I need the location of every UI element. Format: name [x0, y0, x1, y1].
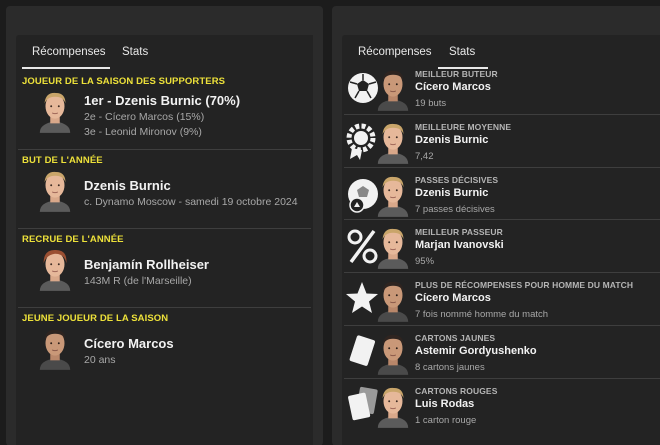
player-face-avatar [374, 224, 412, 270]
stats-panel: Récompenses Stats MEILLEUR BUTEUR Cícero… [332, 6, 660, 445]
stat-player: Luis Rodas [415, 397, 475, 410]
stat-player: Cícero Marcos [415, 81, 491, 93]
award-item-young-player[interactable]: JEUNE JOUEUR DE LA SAISON Cícero Marcos … [18, 308, 311, 386]
award-winner: 1er - Dzenis Burnic (70%) [84, 93, 241, 108]
stat-item-best-passer[interactable]: MEILLEUR PASSEUR Marjan Ivanovski 95% [344, 220, 660, 274]
stat-category: MEILLEURE MOYENNE [415, 121, 512, 132]
player-face-avatar [36, 247, 74, 291]
player-face-avatar [374, 383, 412, 429]
stat-item-man-of-the-match[interactable]: PLUS DE RÉCOMPENSES POUR HOMME DU MATCH … [344, 273, 660, 326]
stat-category: PLUS DE RÉCOMPENSES POUR HOMME DU MATCH [415, 280, 634, 291]
stat-value: 95% [415, 256, 435, 268]
stat-item-red-cards[interactable]: CARTONS ROUGES Luis Rodas 1 carton rouge [344, 379, 660, 432]
award-detail: c. Dynamo Moscow - samedi 19 octobre 202… [84, 196, 298, 208]
award-category: BUT DE L'ANNÉE [22, 155, 103, 166]
stat-category: MEILLEUR PASSEUR [415, 227, 503, 238]
awards-panel: Récompenses Stats JOUEUR DE LA SAISON DE… [6, 6, 323, 445]
tab-recompenses[interactable]: Récompenses [358, 46, 432, 58]
award-category: JOUEUR DE LA SAISON DES SUPPORTERS [22, 76, 226, 87]
stat-player: Cícero Marcos [415, 292, 491, 305]
awards-list: JOUEUR DE LA SAISON DES SUPPORTERS 1er -… [18, 71, 311, 386]
award-item-goal-of-year[interactable]: BUT DE L'ANNÉE Dzenis Burnic c. Dynamo M… [18, 150, 311, 229]
stat-category: CARTONS JAUNES [415, 332, 496, 343]
awards-tab-bar: Récompenses Stats [16, 35, 313, 71]
player-face-avatar [374, 172, 412, 218]
award-category: RECRUE DE L'ANNÉE [22, 234, 124, 245]
award-winner: Dzenis Burnic [84, 178, 171, 193]
stat-value: 1 carton rouge [415, 414, 477, 426]
stat-item-assists[interactable]: PASSES DÉCISIVES Dzenis Burnic 7 passes … [344, 168, 660, 221]
stat-value: 8 cartons jaunes [415, 361, 485, 373]
tab-stats[interactable]: Stats [122, 46, 148, 58]
stat-category: CARTONS ROUGES [415, 385, 498, 396]
stat-player: Dzenis Burnic [415, 186, 489, 199]
award-winner: Benjamín Rollheiser [84, 257, 209, 272]
stat-value: 19 buts [415, 98, 447, 109]
stats-list: MEILLEUR BUTEUR Cícero Marcos 19 buts ME… [344, 62, 660, 432]
player-face-avatar [36, 168, 74, 212]
stat-item-top-scorer[interactable]: MEILLEUR BUTEUR Cícero Marcos 19 buts [344, 62, 660, 115]
stat-player: Dzenis Burnic [415, 133, 489, 146]
player-face-avatar [374, 330, 412, 376]
stat-value: 7 fois nommé homme du match [415, 309, 549, 321]
player-face-avatar [36, 89, 74, 133]
player-face-avatar [374, 119, 412, 165]
stat-category: MEILLEUR BUTEUR [415, 69, 498, 79]
tab-recompenses[interactable]: Récompenses [32, 46, 106, 58]
active-tab-indicator [22, 67, 110, 69]
player-face-avatar [374, 277, 412, 323]
award-item-supporters-player[interactable]: JOUEUR DE LA SAISON DES SUPPORTERS 1er -… [18, 71, 311, 150]
stat-player: Astemir Gordyushenko [415, 344, 537, 357]
stat-value: 7,42 [415, 150, 434, 162]
stat-item-yellow-cards[interactable]: CARTONS JAUNES Astemir Gordyushenko 8 ca… [344, 326, 660, 379]
player-face-avatar [374, 66, 412, 112]
stat-category: PASSES DÉCISIVES [415, 174, 499, 185]
stat-item-best-rating[interactable]: MEILLEURE MOYENNE Dzenis Burnic 7,42 [344, 115, 660, 168]
stat-player: Marjan Ivanovski [415, 239, 504, 252]
award-third-place: 3e - Leonid Mironov (9%) [84, 126, 202, 138]
award-detail: 143M R (de l'Marseille) [84, 275, 192, 287]
award-item-signing-of-year[interactable]: RECRUE DE L'ANNÉE Benjamín Rollheiser 14… [18, 229, 311, 308]
tab-stats[interactable]: Stats [449, 46, 475, 58]
stat-value: 7 passes décisives [415, 203, 495, 215]
award-detail: 20 ans [84, 354, 116, 366]
award-winner: Cícero Marcos [84, 336, 174, 351]
award-category: JEUNE JOUEUR DE LA SAISON [22, 313, 169, 324]
awards-panel-body: Récompenses Stats JOUEUR DE LA SAISON DE… [16, 35, 313, 445]
award-runner-up: 2e - Cícero Marcos (15%) [84, 111, 205, 123]
player-face-avatar [36, 326, 74, 370]
